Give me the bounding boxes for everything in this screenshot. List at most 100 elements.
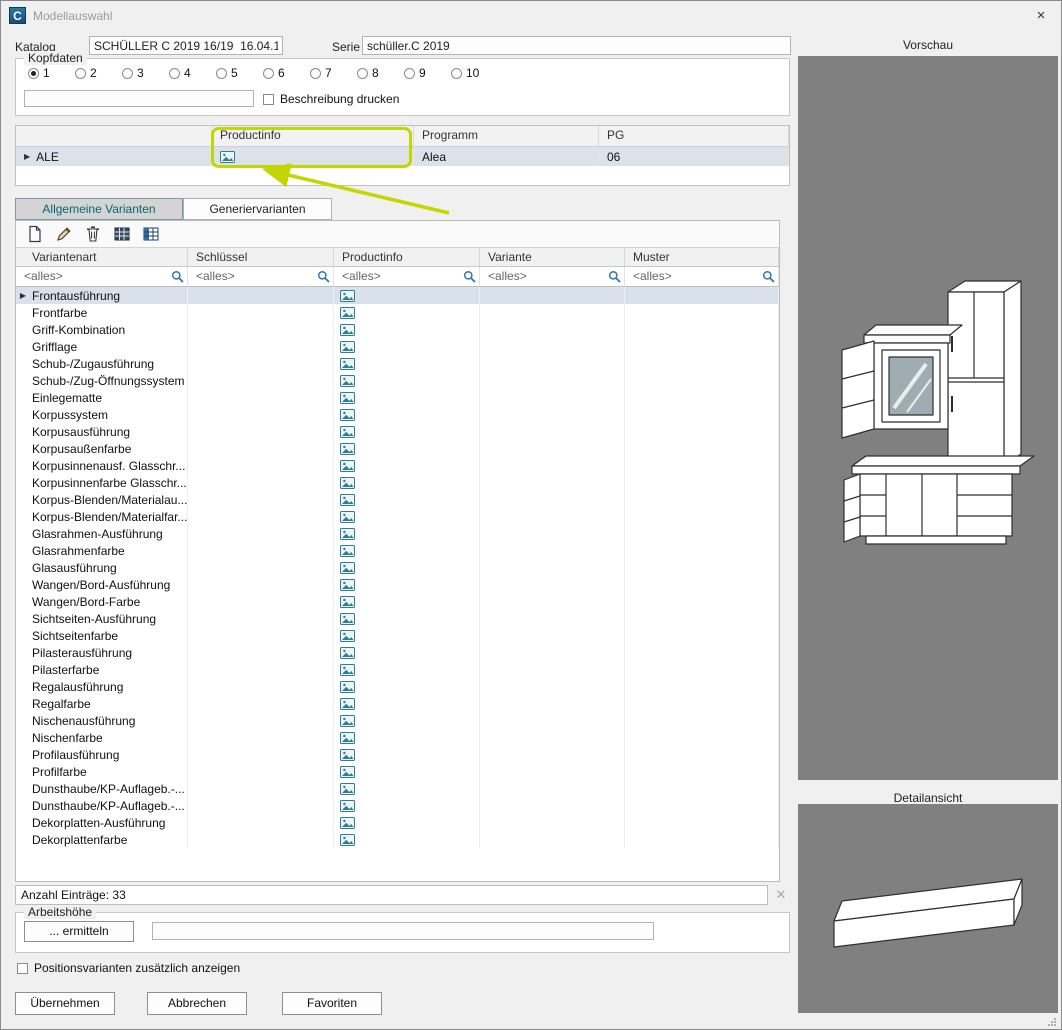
productinfo-cell[interactable]	[334, 287, 480, 304]
productinfo-cell[interactable]	[334, 746, 480, 763]
kopfdaten-radio-5[interactable]: 5	[216, 66, 251, 80]
resize-grip[interactable]	[1047, 1017, 1057, 1027]
model-row-ale[interactable]: ▶ ALE Alea 06	[16, 147, 789, 166]
arbeitshoehe-input[interactable]	[152, 922, 654, 940]
productinfo-cell[interactable]	[334, 797, 480, 814]
productinfo-cell[interactable]	[334, 457, 480, 474]
kopfdaten-radio-9[interactable]: 9	[404, 66, 439, 80]
kopfdaten-radio-10[interactable]: 10	[451, 66, 486, 80]
abbrechen-button[interactable]: Abbrechen	[147, 992, 247, 1015]
search-icon[interactable]	[463, 270, 476, 283]
productinfo-cell[interactable]	[334, 406, 480, 423]
table-row[interactable]: Dekorplatten-Ausführung	[16, 814, 779, 831]
productinfo-cell[interactable]	[334, 763, 480, 780]
search-icon[interactable]	[762, 270, 775, 283]
productinfo-cell[interactable]	[334, 525, 480, 542]
table-row[interactable]: Korpusausführung	[16, 423, 779, 440]
clear-filter-icon[interactable]: ✕	[772, 886, 790, 904]
table-row[interactable]: Grifflage	[16, 338, 779, 355]
productinfo-cell[interactable]	[334, 321, 480, 338]
productinfo-cell[interactable]	[334, 440, 480, 457]
table-row[interactable]: Dekorplattenfarbe	[16, 831, 779, 848]
table-row[interactable]: Schub-/Zugausführung	[16, 355, 779, 372]
productinfo-cell[interactable]	[334, 372, 480, 389]
table-row[interactable]: Frontfarbe	[16, 304, 779, 321]
ermitteln-button[interactable]: ... ermitteln	[24, 921, 134, 942]
productinfo-cell[interactable]	[334, 304, 480, 321]
filter-variantenart[interactable]: <alles>	[16, 267, 188, 286]
favoriten-button[interactable]: Favoriten	[282, 992, 382, 1015]
productinfo-cell[interactable]	[334, 559, 480, 576]
table-row[interactable]: Profilfarbe	[16, 763, 779, 780]
productinfo-cell[interactable]	[334, 831, 480, 848]
table-row[interactable]: Glasrahmenfarbe	[16, 542, 779, 559]
table-row[interactable]: Griff-Kombination	[16, 321, 779, 338]
productinfo-cell[interactable]	[334, 576, 480, 593]
table-row[interactable]: Glasausführung	[16, 559, 779, 576]
detail-table-view-button[interactable]	[140, 224, 162, 245]
table-row[interactable]: Wangen/Bord-Farbe	[16, 593, 779, 610]
table-row[interactable]: Wangen/Bord-Ausführung	[16, 576, 779, 593]
table-row[interactable]: Korpus-Blenden/Materialfar...	[16, 508, 779, 525]
productinfo-cell[interactable]	[334, 678, 480, 695]
productinfo-cell[interactable]	[334, 491, 480, 508]
beschreibung-drucken-checkbox[interactable]: Beschreibung drucken	[263, 92, 399, 106]
productinfo-cell[interactable]	[334, 593, 480, 610]
productinfo-cell[interactable]	[334, 338, 480, 355]
kopfdaten-radio-3[interactable]: 3	[122, 66, 157, 80]
table-row[interactable]: Einlegematte	[16, 389, 779, 406]
productinfo-cell[interactable]	[334, 661, 480, 678]
kopfdaten-radio-8[interactable]: 8	[357, 66, 392, 80]
filter-variante[interactable]: <alles>	[480, 267, 625, 286]
positionsvarianten-checkbox[interactable]: Positionsvarianten zusätzlich anzeigen	[17, 961, 240, 975]
table-row[interactable]: Nischenfarbe	[16, 729, 779, 746]
productinfo-cell[interactable]	[334, 355, 480, 372]
productinfo-cell[interactable]	[334, 627, 480, 644]
table-row[interactable]: Korpusaußenfarbe	[16, 440, 779, 457]
search-icon[interactable]	[317, 270, 330, 283]
table-row[interactable]: Korpusinnenfarbe Glasschr...	[16, 474, 779, 491]
table-row[interactable]: Profilausführung	[16, 746, 779, 763]
productinfo-cell[interactable]	[334, 712, 480, 729]
new-button[interactable]	[24, 224, 46, 245]
search-icon[interactable]	[171, 270, 184, 283]
kopfdaten-input[interactable]	[24, 90, 254, 107]
tab-allgemeine-varianten[interactable]: Allgemeine Varianten	[15, 198, 183, 220]
productinfo-cell[interactable]	[334, 508, 480, 525]
table-row[interactable]: Pilasterfarbe	[16, 661, 779, 678]
close-button[interactable]: ×	[1031, 7, 1051, 25]
filter-muster[interactable]: <alles>	[625, 267, 779, 286]
serie-field[interactable]	[362, 36, 791, 55]
grid-view-button[interactable]	[111, 224, 133, 245]
table-row[interactable]: Schub-/Zug-Öffnungssystem	[16, 372, 779, 389]
uebernehmen-button[interactable]: Übernehmen	[15, 992, 115, 1015]
table-row[interactable]: Korpussystem	[16, 406, 779, 423]
model-productinfo-cell[interactable]	[212, 147, 414, 166]
filter-productinfo[interactable]: <alles>	[334, 267, 480, 286]
tab-generiervarianten[interactable]: Generiervarianten	[183, 198, 332, 220]
search-icon[interactable]	[608, 270, 621, 283]
katalog-field[interactable]	[89, 36, 283, 55]
table-row[interactable]: Glasrahmen-Ausführung	[16, 525, 779, 542]
productinfo-cell[interactable]	[334, 644, 480, 661]
table-row[interactable]: Dunsthaube/KP-Auflageb.-...	[16, 797, 779, 814]
table-row[interactable]: Korpus-Blenden/Materialau...	[16, 491, 779, 508]
productinfo-cell[interactable]	[334, 542, 480, 559]
table-row[interactable]: ▶ Frontausführung	[16, 287, 779, 304]
table-row[interactable]: Regalfarbe	[16, 695, 779, 712]
table-row[interactable]: Sichtseiten-Ausführung	[16, 610, 779, 627]
productinfo-cell[interactable]	[334, 389, 480, 406]
edit-button[interactable]	[53, 224, 75, 245]
delete-button[interactable]	[82, 224, 104, 245]
table-row[interactable]: Sichtseitenfarbe	[16, 627, 779, 644]
kopfdaten-radio-6[interactable]: 6	[263, 66, 298, 80]
table-row[interactable]: Korpusinnenausf. Glasschr...	[16, 457, 779, 474]
table-row[interactable]: Nischenausführung	[16, 712, 779, 729]
kopfdaten-radio-7[interactable]: 7	[310, 66, 345, 80]
productinfo-cell[interactable]	[334, 610, 480, 627]
table-row[interactable]: Regalausführung	[16, 678, 779, 695]
productinfo-cell[interactable]	[334, 695, 480, 712]
table-row[interactable]: Pilasterausführung	[16, 644, 779, 661]
productinfo-cell[interactable]	[334, 814, 480, 831]
filter-schluessel[interactable]: <alles>	[188, 267, 334, 286]
